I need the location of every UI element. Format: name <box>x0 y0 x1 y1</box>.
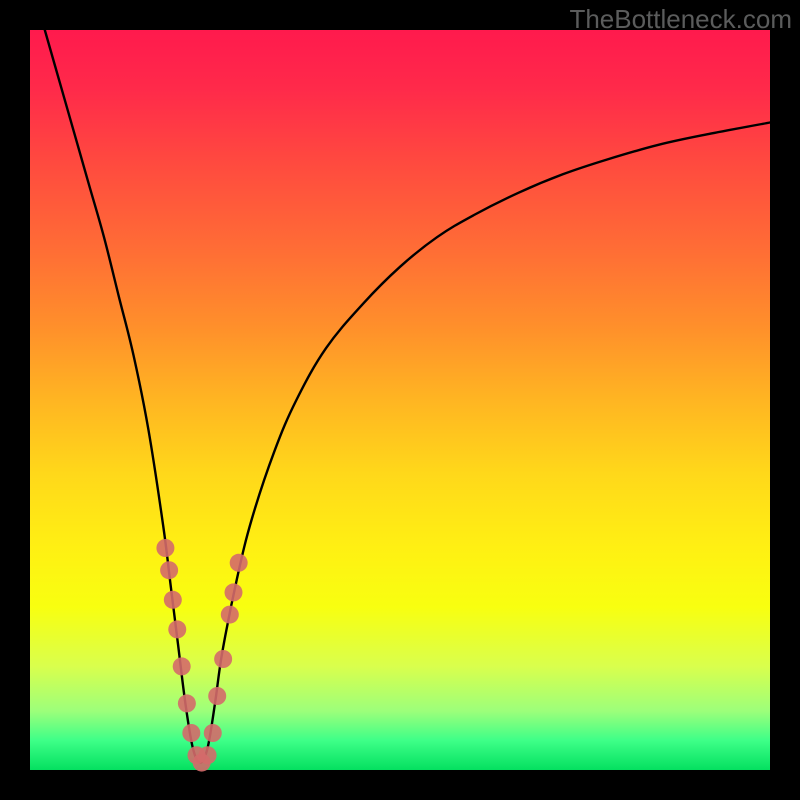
curve-marker <box>182 724 200 742</box>
bottleneck-curve <box>45 30 770 763</box>
curve-marker <box>204 724 222 742</box>
watermark-text: TheBottleneck.com <box>569 4 792 35</box>
chart-frame: TheBottleneck.com <box>0 0 800 800</box>
curve-marker <box>160 561 178 579</box>
curve-marker <box>164 591 182 609</box>
curve-marker <box>178 694 196 712</box>
curve-marker <box>214 650 232 668</box>
curve-marker <box>208 687 226 705</box>
curve-marker <box>230 554 248 572</box>
curve-marker <box>225 583 243 601</box>
plot-area <box>30 30 770 770</box>
curve-markers <box>156 539 247 772</box>
chart-svg <box>30 30 770 770</box>
curve-marker <box>199 746 217 764</box>
curve-marker <box>173 657 191 675</box>
curve-marker <box>221 606 239 624</box>
curve-marker <box>156 539 174 557</box>
curve-marker <box>168 620 186 638</box>
